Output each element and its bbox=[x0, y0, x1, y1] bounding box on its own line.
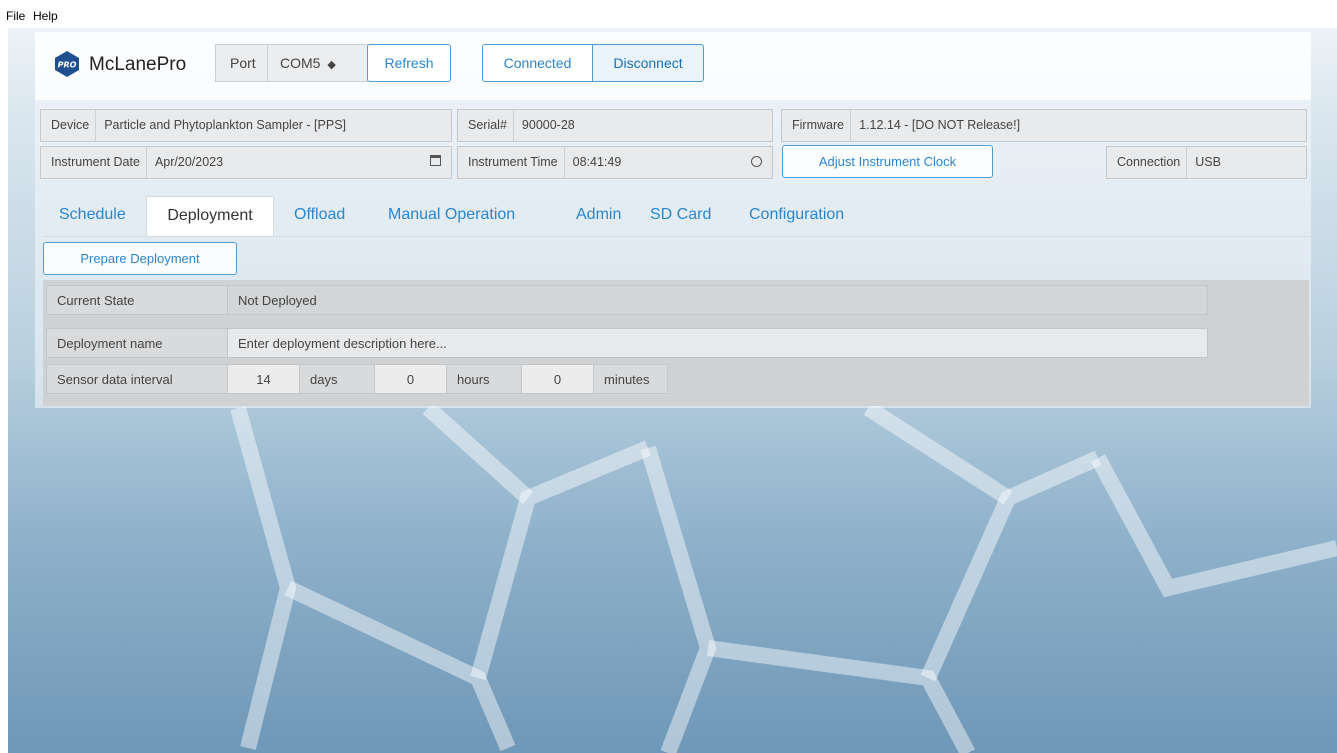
hours-unit: hours bbox=[446, 364, 522, 394]
firmware-value: 1.12.14 - [DO NOT Release!] bbox=[859, 118, 1021, 132]
date-label: Instrument Date bbox=[41, 147, 147, 178]
firmware-label: Firmware bbox=[782, 110, 852, 141]
connected-button[interactable]: Connected bbox=[482, 44, 593, 82]
time-value: 08:41:49 bbox=[572, 155, 622, 169]
menu-help[interactable]: Help bbox=[33, 9, 58, 23]
calendar-icon[interactable] bbox=[430, 155, 441, 166]
current-state-value: Not Deployed bbox=[227, 285, 1208, 315]
date-value: Apr/20/2023 bbox=[154, 155, 224, 169]
connection-field: Connection USB bbox=[1106, 146, 1307, 179]
tab-configuration[interactable]: Configuration bbox=[749, 196, 844, 236]
tab-admin[interactable]: Admin bbox=[576, 196, 621, 236]
prepare-deployment-button[interactable]: Prepare Deployment bbox=[43, 242, 237, 275]
connection-value: USB bbox=[1195, 155, 1221, 169]
port-value: COM5 bbox=[280, 55, 321, 71]
minutes-unit: minutes bbox=[593, 364, 668, 394]
deployment-name-placeholder: Enter deployment description here... bbox=[238, 336, 447, 351]
sensor-interval-label: Sensor data interval bbox=[46, 364, 228, 394]
menu-file[interactable]: File bbox=[6, 9, 25, 23]
svg-text:PRO: PRO bbox=[58, 61, 77, 70]
device-field: Device Particle and Phytoplankton Sampler… bbox=[40, 109, 452, 142]
deployment-name-input[interactable]: Enter deployment description here... bbox=[227, 328, 1208, 358]
app-title: McLanePro bbox=[89, 54, 187, 75]
connection-label: Connection bbox=[1107, 147, 1188, 178]
instrument-date-field[interactable]: Instrument Date Apr/20/2023 bbox=[40, 146, 452, 179]
instrument-time-field[interactable]: Instrument Time 08:41:49 bbox=[457, 146, 773, 179]
menu-bar: File Help bbox=[0, 0, 1337, 28]
days-unit: days bbox=[299, 364, 375, 394]
firmware-field: Firmware 1.12.14 - [DO NOT Release!] bbox=[781, 109, 1307, 142]
minutes-input[interactable]: 0 bbox=[521, 364, 594, 394]
current-state-label: Current State bbox=[46, 285, 228, 315]
clock-icon[interactable] bbox=[751, 156, 762, 167]
tab-schedule[interactable]: Schedule bbox=[59, 196, 126, 236]
current-state-row: Current State Not Deployed bbox=[46, 285, 1208, 317]
device-value: Particle and Phytoplankton Sampler - [PP… bbox=[104, 118, 347, 132]
serial-value: 90000-28 bbox=[521, 118, 575, 132]
days-input[interactable]: 14 bbox=[227, 364, 300, 394]
tab-sd-card[interactable]: SD Card bbox=[650, 196, 711, 236]
deployment-name-row: Deployment name Enter deployment descrip… bbox=[46, 328, 1208, 360]
sort-arrows-icon: ◆ bbox=[327, 59, 336, 71]
device-label: Device bbox=[41, 110, 97, 141]
sensor-interval-row: Sensor data interval 14 days 0 hours 0 m… bbox=[46, 364, 668, 396]
adjust-clock-button[interactable]: Adjust Instrument Clock bbox=[782, 145, 993, 178]
tab-manual-operation[interactable]: Manual Operation bbox=[388, 196, 515, 236]
disconnect-button[interactable]: Disconnect bbox=[592, 44, 704, 82]
refresh-button[interactable]: Refresh bbox=[367, 44, 451, 82]
port-select[interactable]: COM5 ◆ bbox=[267, 44, 368, 82]
tab-offload[interactable]: Offload bbox=[294, 196, 345, 236]
port-label: Port bbox=[215, 44, 268, 82]
serial-field: Serial# 90000-28 bbox=[457, 109, 773, 142]
hours-input[interactable]: 0 bbox=[374, 364, 447, 394]
tab-deployment[interactable]: Deployment bbox=[146, 196, 274, 236]
serial-label: Serial# bbox=[458, 110, 514, 141]
deployment-name-label: Deployment name bbox=[46, 328, 228, 358]
tab-bar: Schedule Deployment Offload Manual Opera… bbox=[43, 196, 1311, 237]
mclane-logo-icon: PRO bbox=[55, 51, 79, 77]
time-label: Instrument Time bbox=[458, 147, 565, 178]
